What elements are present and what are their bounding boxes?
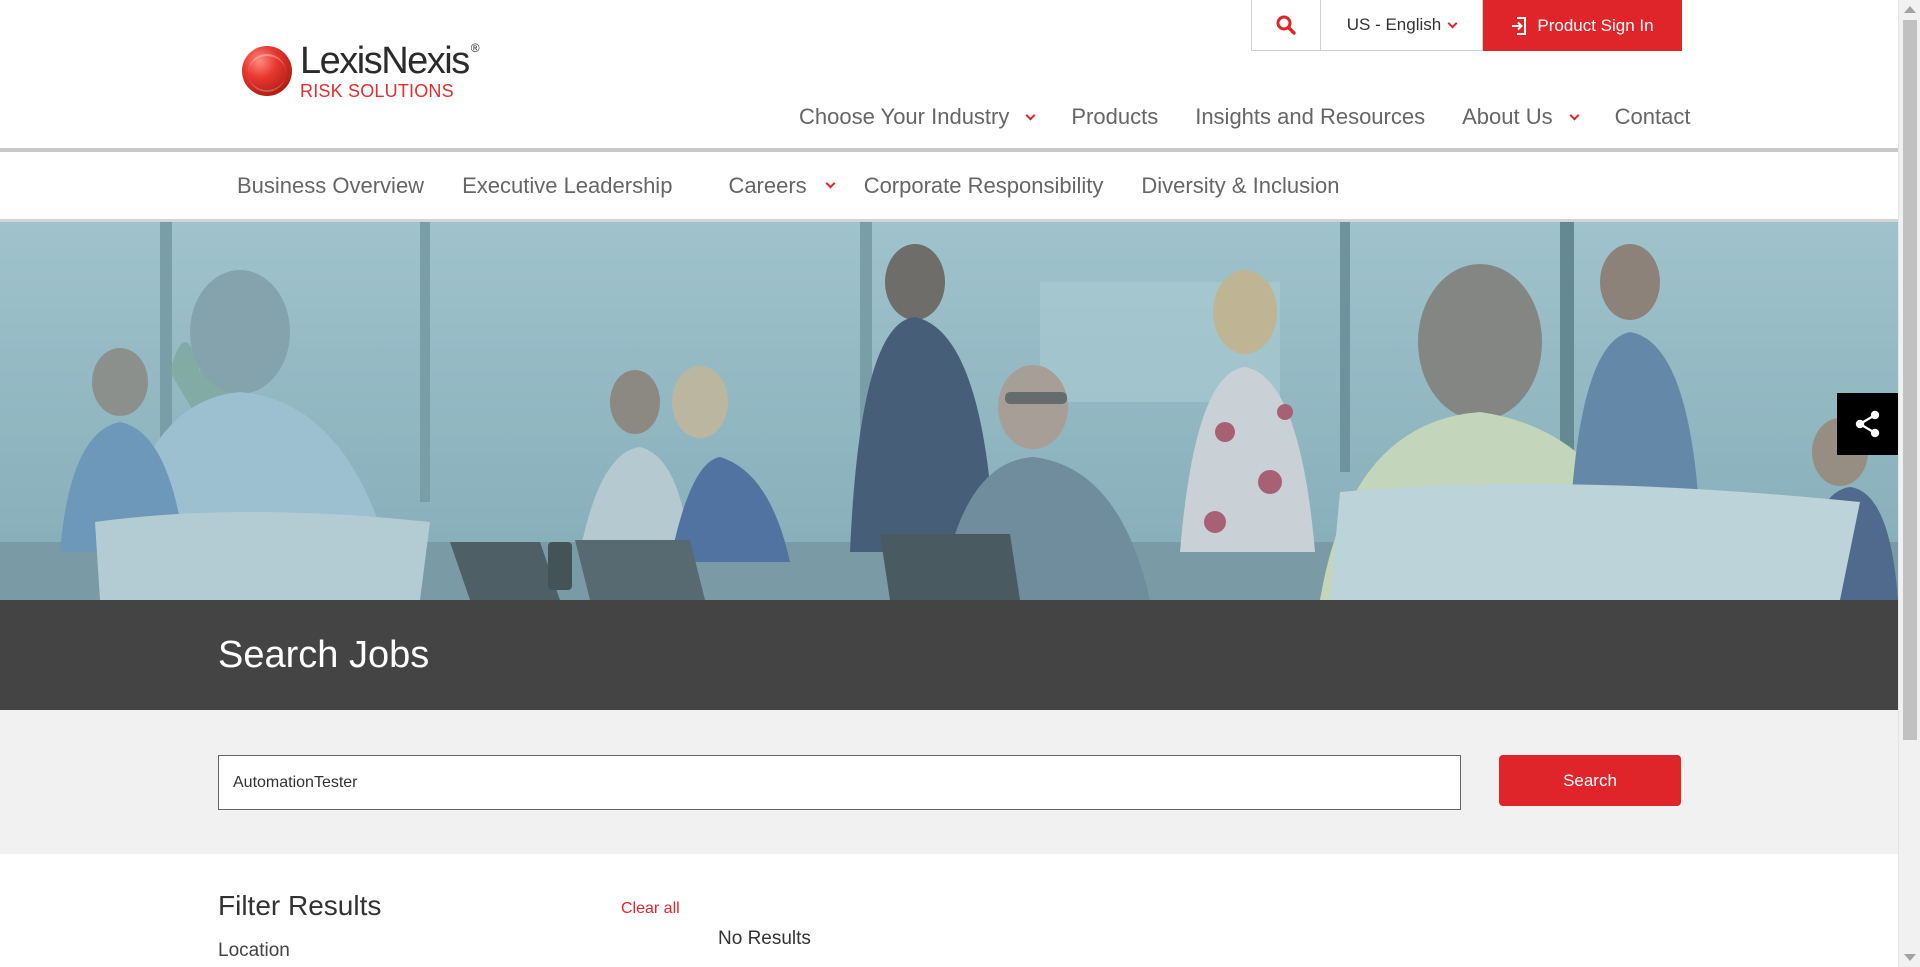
main-nav: Choose Your Industry Products Insights a… [799, 104, 1727, 130]
scroll-down-icon[interactable] [1904, 954, 1916, 961]
sub-nav-item-corporate-responsibility[interactable]: Corporate Responsibility [864, 173, 1104, 199]
chevron-down-icon [1447, 18, 1458, 28]
main-nav-item-about[interactable]: About Us [1462, 104, 1580, 130]
registered-mark: ® [470, 41, 480, 55]
search-button[interactable]: Search [1499, 755, 1681, 806]
sub-nav-item-executive-leadership[interactable]: Executive Leadership [462, 173, 672, 199]
lexisnexis-logo[interactable]: LexisNexis ® RISK SOLUTIONS [242, 40, 480, 101]
scrollbar-thumb[interactable] [1903, 20, 1917, 740]
sub-nav-item-business-overview[interactable]: Business Overview [237, 173, 424, 199]
location-filter-label[interactable]: Location [218, 940, 290, 962]
scroll-up-icon[interactable] [1904, 6, 1916, 13]
product-sign-in-button[interactable]: Product Sign In [1483, 0, 1682, 51]
hero-image [0, 222, 1898, 600]
job-search-input[interactable] [218, 755, 1461, 810]
page-title: Search Jobs [218, 634, 430, 676]
main-nav-item-industry[interactable]: Choose Your Industry [799, 104, 1036, 130]
search-icon [1276, 15, 1296, 35]
logo-tagline: RISK SOLUTIONS [300, 81, 454, 101]
filter-results-heading: Filter Results [218, 890, 382, 921]
results-status: No Results [718, 928, 811, 949]
chevron-down-icon [1025, 110, 1036, 120]
language-label: US - English [1346, 15, 1442, 34]
vertical-scrollbar[interactable] [1898, 0, 1920, 967]
office-team-photo [0, 222, 1898, 600]
job-search-bar: Search [0, 710, 1898, 854]
header-search-button[interactable] [1251, 0, 1321, 51]
page: LexisNexis® RISK SOLUTIONS US - English [0, 0, 1898, 967]
sub-nav-item-diversity-inclusion[interactable]: Diversity & Inclusion [1141, 173, 1339, 199]
results-section: Filter Results Clear all Location No Res… [0, 854, 1898, 967]
share-icon [1855, 410, 1879, 438]
main-nav-item-contact[interactable]: Contact [1615, 104, 1691, 130]
clear-all-link[interactable]: Clear all [621, 900, 680, 918]
chevron-down-icon [1569, 110, 1580, 120]
main-nav-item-products[interactable]: Products [1071, 104, 1158, 130]
site-header: LexisNexis® RISK SOLUTIONS US - English [0, 0, 1898, 152]
page-title-band: Search Jobs [0, 600, 1898, 710]
sub-nav-item-careers[interactable]: Careers [728, 173, 836, 199]
share-button[interactable] [1837, 393, 1898, 455]
chevron-down-icon [825, 178, 836, 189]
sign-in-icon [1512, 16, 1527, 35]
logo-wordmark: LexisNexis [300, 40, 470, 82]
language-selector[interactable]: US - English [1321, 0, 1483, 51]
main-nav-item-insights[interactable]: Insights and Resources [1195, 104, 1425, 130]
sign-in-label: Product Sign In [1537, 15, 1654, 35]
logo-globe-icon [242, 46, 292, 96]
sub-nav: Business Overview Executive Leadership C… [0, 152, 1898, 222]
utility-bar: US - English Product Sign In [1251, 0, 1682, 51]
